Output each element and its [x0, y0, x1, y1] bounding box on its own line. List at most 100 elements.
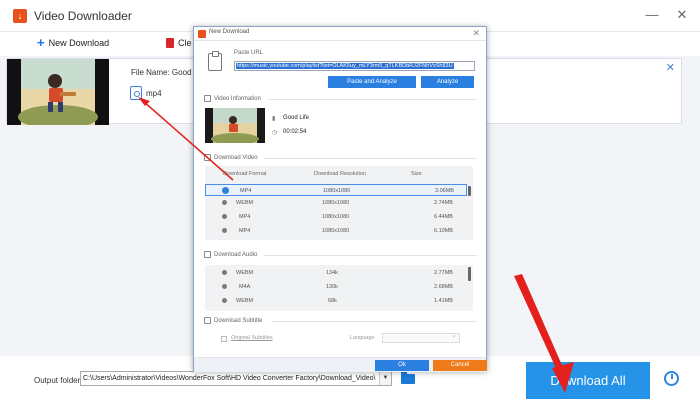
radio-icon[interactable]	[222, 200, 227, 205]
close-window-button[interactable]: ✕	[671, 5, 693, 25]
audio-table-scrollbar[interactable]	[468, 267, 471, 281]
divider	[272, 321, 477, 322]
size-cell: 6.44MB	[434, 214, 453, 220]
column-header: Download Format	[223, 171, 267, 177]
video-row[interactable]: WEBM 1080x1080 2.74MB	[205, 197, 467, 209]
original-subtitles-label[interactable]: Original Subtitles	[231, 335, 273, 341]
video-duration: 00:02:54	[283, 129, 307, 135]
format-cell: WEBM	[236, 200, 254, 206]
video-row[interactable]: MP4 1080x1080 3.06MB	[205, 184, 467, 196]
plus-icon: +	[37, 35, 45, 50]
paste-and-analyze-button[interactable]: Paste and Analyze	[328, 76, 416, 88]
audio-row[interactable]: M4A 130k 2.68MB	[205, 281, 467, 293]
trash-icon	[166, 38, 174, 48]
title-icon: ▮	[272, 116, 276, 122]
divider	[264, 158, 477, 159]
download-video-label: Download Video	[214, 154, 258, 161]
download-subtitle-label: Download Subtitle	[214, 317, 263, 324]
download-audio-header: Download Audio	[204, 251, 257, 258]
app-logo-icon: ↓	[13, 9, 27, 23]
new-download-button[interactable]: + New Download	[37, 35, 110, 50]
radio-selected-icon[interactable]	[222, 187, 229, 194]
minimize-button[interactable]: —	[641, 5, 663, 25]
divider	[269, 99, 477, 100]
dialog-footer: Ok Cancel	[194, 357, 487, 372]
bitrate-cell: 134k	[326, 270, 338, 276]
ok-button[interactable]: Ok	[375, 360, 429, 371]
analyze-button[interactable]: Analyze	[421, 76, 474, 88]
audio-row[interactable]: WEBM 68k 1.41MB	[205, 295, 467, 307]
format-settings-icon	[130, 86, 142, 100]
bitrate-cell: 130k	[326, 284, 338, 290]
radio-icon[interactable]	[222, 270, 227, 275]
alarm-clock-icon[interactable]	[664, 371, 679, 386]
chevron-down-icon[interactable]: ▼	[379, 372, 391, 385]
radio-icon[interactable]	[222, 228, 227, 233]
video-thumbnail	[7, 59, 109, 125]
language-label: Language	[350, 335, 375, 341]
original-subtitles-checkbox[interactable]	[221, 336, 227, 342]
size-cell: 3.06MB	[435, 188, 454, 194]
info-icon	[204, 95, 211, 102]
url-value: https://music.youtube.com/playlist?list=…	[236, 63, 454, 69]
audio-format-table: WEBM 134k 2.77MB M4A 130k 2.68MB WEBM 68…	[205, 265, 473, 311]
format-cell: MP4	[239, 214, 251, 220]
dialog-title: New Download	[209, 29, 250, 35]
output-folder-path: C:\Users\Administrator\Videos\WonderFox …	[83, 375, 376, 382]
folder-icon[interactable]	[401, 371, 415, 384]
video-row[interactable]: MP4 1080x1080 6.10MB	[205, 225, 467, 237]
video-title: Good Life	[283, 115, 310, 121]
remove-task-icon[interactable]: ✕	[666, 61, 675, 74]
video-icon	[204, 154, 211, 161]
divider	[264, 255, 477, 256]
output-folder-select[interactable]: C:\Users\Administrator\Videos\WonderFox …	[80, 371, 392, 386]
cancel-button[interactable]: Cancel	[433, 360, 487, 371]
size-cell: 2.77MB	[434, 270, 453, 276]
resolution-cell: 1080x1080	[322, 228, 350, 234]
radio-icon[interactable]	[222, 284, 227, 289]
resolution-cell: 1080x1080	[322, 214, 350, 220]
video-information-header: Video Information	[204, 95, 261, 102]
video-table-scrollbar[interactable]	[468, 186, 471, 196]
bitrate-cell: 68k	[328, 298, 337, 304]
paste-url-label: Paste URL	[234, 50, 264, 56]
format-cell: WEBM	[236, 270, 254, 276]
dialog-logo-icon	[198, 30, 206, 38]
size-cell: 2.68MB	[434, 284, 453, 290]
output-folder-label: Output folder:	[34, 376, 83, 385]
clipboard-icon	[208, 51, 222, 71]
clock-icon: ◷	[272, 130, 278, 136]
video-format-table: Download Format Download Resolution Size…	[205, 166, 473, 240]
size-cell: 6.10MB	[434, 228, 453, 234]
url-input[interactable]: https://music.youtube.com/playlist?list=…	[234, 61, 475, 71]
dialog-close-button[interactable]: ✕	[472, 28, 480, 39]
download-subtitle-header: Download Subtitle	[204, 317, 262, 324]
column-header: Download Resolution	[314, 171, 366, 177]
video-info-thumbnail	[205, 108, 265, 143]
audio-row[interactable]: WEBM 134k 2.77MB	[205, 267, 467, 279]
column-header: Size	[411, 171, 422, 177]
size-cell: 2.74MB	[434, 200, 453, 206]
music-note-icon	[204, 251, 211, 258]
download-audio-label: Download Audio	[214, 251, 258, 258]
radio-icon[interactable]	[222, 214, 227, 219]
download-video-header: Download Video	[204, 154, 258, 161]
video-information-label: Video Information	[214, 95, 261, 102]
output-format[interactable]: mp4	[130, 86, 162, 100]
format-cell: MP4	[240, 188, 252, 194]
format-cell: MP4	[239, 228, 251, 234]
download-all-button[interactable]: Download All	[526, 362, 650, 399]
clear-label: Cle	[178, 38, 192, 48]
resolution-cell: 1080x1080	[323, 188, 351, 194]
video-row[interactable]: MP4 1080x1080 6.44MB	[205, 211, 467, 223]
radio-icon[interactable]	[222, 298, 227, 303]
file-name-label: File Name: Good L	[131, 68, 199, 77]
app-title: Video Downloader	[34, 9, 132, 23]
new-download-label: New Download	[48, 38, 110, 48]
size-cell: 1.41MB	[434, 298, 453, 304]
language-select[interactable]	[382, 331, 460, 343]
subtitle-icon	[204, 317, 211, 324]
new-download-dialog: New Download ✕ Paste URL https://music.y…	[193, 26, 487, 372]
clear-button[interactable]: Cle	[166, 38, 192, 48]
format-cell: M4A	[239, 284, 251, 290]
